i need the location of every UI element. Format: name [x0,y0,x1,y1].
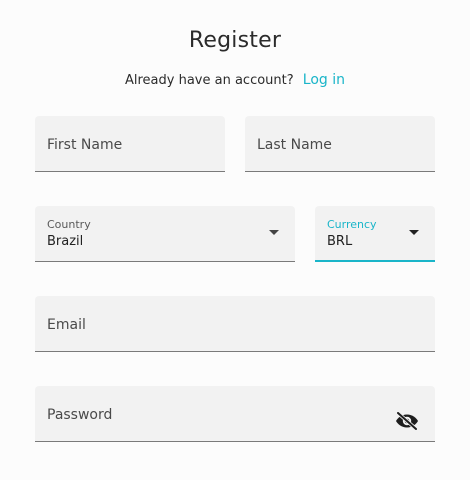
email-placeholder: Email [47,317,86,333]
chevron-down-icon [269,230,279,235]
country-value: Brazil [47,234,84,249]
first-name-placeholder: First Name [47,137,123,153]
last-name-field[interactable]: Last Name [245,116,435,172]
chevron-down-icon [409,230,419,235]
eye-off-icon[interactable] [395,412,419,430]
page-title: Register [188,28,282,53]
currency-value: BRL [327,234,353,249]
country-select[interactable]: Country Brazil [35,206,295,262]
currency-select[interactable]: Currency BRL [315,206,435,262]
first-name-field[interactable]: First Name [35,116,225,172]
login-prompt-text: Already have an account? [124,73,294,88]
email-field[interactable]: Email [35,296,435,352]
login-link[interactable]: Log in [303,72,345,88]
country-label: Country [47,218,91,231]
register-page: Register Already have an account? Log in… [0,0,470,480]
password-field[interactable]: Password [35,386,435,442]
login-prompt-row: Already have an account? Log in [0,72,470,88]
last-name-placeholder: Last Name [257,137,332,153]
currency-label: Currency [327,218,377,231]
password-placeholder: Password [47,407,113,423]
